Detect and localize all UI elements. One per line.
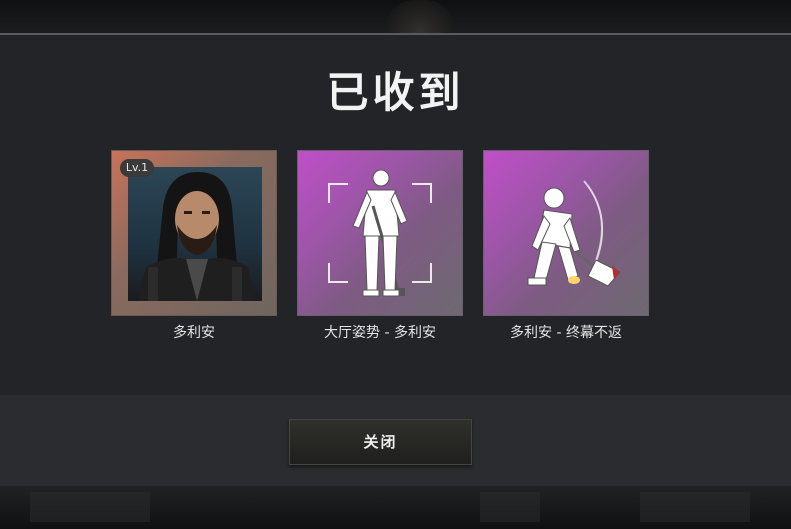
rewards-modal: 已收到 Lv.1 多利安 大厅姿势 - 多利安 多利安 - 终幕不返 关闭 [0, 33, 791, 488]
reward-label-emote: 多利安 - 终幕不返 [510, 325, 622, 341]
character-portrait-icon [128, 167, 262, 301]
reward-card-emote[interactable] [483, 150, 649, 316]
close-button[interactable]: 关闭 [289, 419, 472, 465]
background-top [0, 0, 791, 33]
background-decoration [480, 492, 540, 522]
reward-card-lobby-pose[interactable] [297, 150, 463, 316]
reward-label-lobby-pose: 大厅姿势 - 多利安 [324, 325, 436, 341]
reward-card-character[interactable]: Lv.1 [111, 150, 277, 316]
impact-spark-icon [568, 276, 580, 284]
modal-title: 已收到 [326, 68, 465, 117]
level-badge: Lv.1 [120, 159, 154, 177]
background-character-silhouette [385, 0, 455, 33]
reward-label-character: 多利安 [173, 325, 215, 341]
background-bottom [0, 486, 791, 529]
background-decoration [640, 492, 750, 522]
background-decoration [30, 492, 150, 522]
lobby-pose-figure-icon [352, 169, 408, 297]
